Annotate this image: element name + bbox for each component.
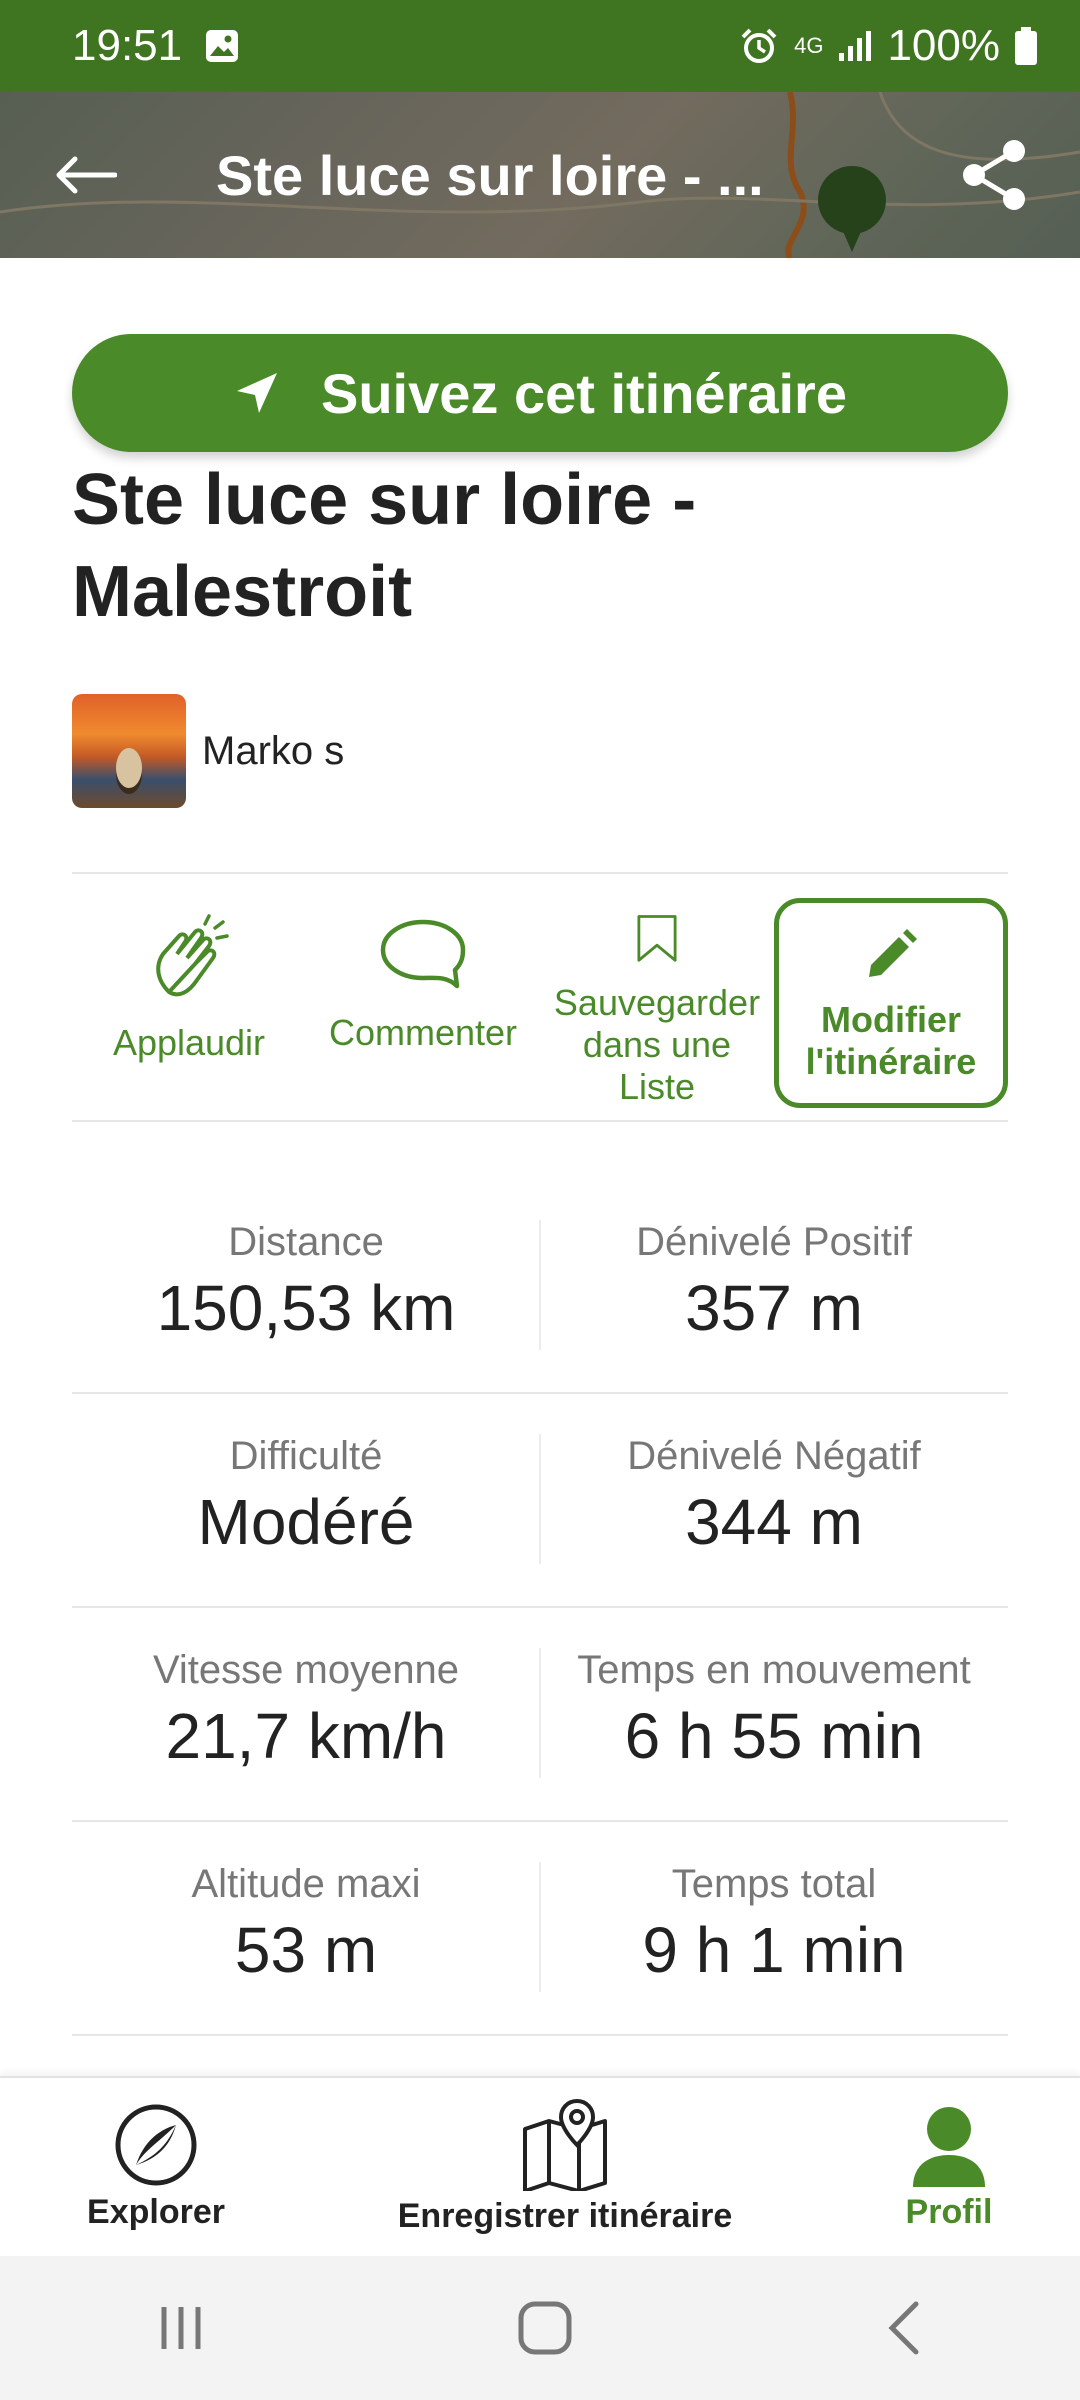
save-to-list-label: Sauvegarder dans une Liste: [540, 982, 774, 1108]
map-pin-icon: [523, 2098, 607, 2191]
comment-label: Commenter: [328, 1012, 518, 1053]
stat-value: 344 m: [685, 1486, 863, 1558]
stat-max-altitude: Altitude maxi 53 m: [72, 1822, 540, 2034]
status-bar: 19:51 4G 100%: [0, 0, 1080, 92]
divider: [72, 872, 1008, 874]
follow-route-button[interactable]: Suivez cet itinéraire: [72, 334, 1008, 452]
applaud-button[interactable]: Applaudir: [72, 898, 306, 1108]
status-time: 19:51: [72, 21, 183, 70]
person-icon: [913, 2106, 985, 2187]
stat-value: 9 h 1 min: [642, 1914, 906, 1986]
stat-total-time: Temps total 9 h 1 min: [540, 1822, 1008, 2034]
avatar[interactable]: [72, 694, 186, 808]
recent-apps-icon[interactable]: [156, 2303, 206, 2353]
battery-level: 100%: [887, 21, 1000, 70]
route-title-line2: Malestroit: [72, 552, 413, 632]
edit-route-button[interactable]: Modifier l'itinéraire: [774, 898, 1008, 1108]
stat-value: 6 h 55 min: [624, 1700, 924, 1772]
stats-row: Altitude maxi 53 m Temps total 9 h 1 min: [72, 1822, 1008, 2036]
stat-key: Difficulté: [229, 1434, 383, 1478]
stat-key: Dénivelé Négatif: [627, 1434, 921, 1478]
action-bar: Applaudir Commenter Sauvegarder dans une…: [72, 898, 1008, 1108]
battery-icon: [1015, 27, 1037, 65]
arrow-left-icon: [56, 156, 117, 194]
edit-label-line2: l'itinéraire: [805, 1041, 977, 1082]
author-name[interactable]: Marko s: [202, 729, 344, 774]
divider: [539, 1862, 541, 1992]
clap-icon: [156, 914, 229, 997]
bottom-nav: Explorer Enregistrer itinéraire Profil: [0, 2076, 1080, 2256]
divider: [539, 1648, 541, 1778]
divider: [539, 1220, 541, 1350]
stats-row: Difficulté Modéré Dénivelé Négatif 344 m: [72, 1394, 1008, 1608]
edit-route-label: Modifier l'itinéraire: [806, 999, 977, 1083]
nav-profile-label: Profil: [905, 2192, 993, 2231]
stat-key: Temps total: [671, 1862, 877, 1906]
stat-average-speed: Vitesse moyenne 21,7 km/h: [72, 1608, 540, 1820]
navigation-arrow-icon: [236, 373, 277, 413]
map-header: Ste luce sur loire - ...: [0, 92, 1080, 258]
stats-row: Distance 150,53 km Dénivelé Positif 357 …: [72, 1180, 1008, 1394]
stat-elevation-loss: Dénivelé Négatif 344 m: [540, 1394, 1008, 1606]
pencil-icon: [869, 929, 917, 977]
comment-button[interactable]: Commenter: [306, 898, 540, 1108]
divider: [539, 1434, 541, 1564]
route-title: Ste luce sur loire - Malestroit: [72, 454, 1008, 638]
applaud-label: Applaudir: [112, 1022, 266, 1063]
gallery-icon: [206, 30, 239, 62]
stat-value: 21,7 km/h: [165, 1700, 447, 1772]
route-title-line1: Ste luce sur loire -: [72, 460, 697, 540]
stats-grid: Distance 150,53 km Dénivelé Positif 357 …: [72, 1180, 1008, 2036]
stat-key: Altitude maxi: [191, 1862, 421, 1906]
stat-distance: Distance 150,53 km: [72, 1180, 540, 1392]
nav-profile[interactable]: Profil: [818, 2078, 1080, 2256]
stat-key: Dénivelé Positif: [636, 1220, 912, 1264]
nav-record-route[interactable]: Enregistrer itinéraire: [312, 2078, 818, 2256]
header-title: Ste luce sur loire - ...: [216, 143, 764, 207]
nav-explorer[interactable]: Explorer: [0, 2078, 312, 2256]
save-to-list-button[interactable]: Sauvegarder dans une Liste: [540, 898, 774, 1108]
edit-label-line1: Modifier: [820, 999, 961, 1040]
stats-row: Vitesse moyenne 21,7 km/h Temps en mouve…: [72, 1608, 1008, 1822]
stat-difficulty: Difficulté Modéré: [72, 1394, 540, 1606]
stat-value: Modéré: [197, 1486, 415, 1558]
share-icon: [963, 140, 1025, 210]
stat-value: 150,53 km: [156, 1272, 456, 1344]
nav-record-route-label: Enregistrer itinéraire: [397, 2196, 733, 2235]
bookmark-icon: [637, 915, 677, 962]
stat-moving-time: Temps en mouvement 6 h 55 min: [540, 1608, 1008, 1820]
stat-key: Distance: [228, 1220, 384, 1264]
network-type: 4G: [794, 33, 824, 58]
comment-icon: [380, 919, 466, 989]
nav-explorer-label: Explorer: [87, 2192, 225, 2231]
system-nav-bar: [0, 2256, 1080, 2400]
home-icon[interactable]: [517, 2300, 573, 2356]
system-back-icon[interactable]: [884, 2300, 924, 2356]
compass-icon: [115, 2104, 197, 2185]
share-button[interactable]: [910, 92, 1080, 258]
follow-route-label: Suivez cet itinéraire: [320, 361, 847, 425]
divider: [72, 1120, 1008, 1122]
save-label-line2: dans une Liste: [582, 1024, 732, 1107]
alarm-icon: [741, 28, 777, 63]
signal-icon: [839, 31, 872, 61]
stat-key: Temps en mouvement: [577, 1648, 971, 1692]
back-button[interactable]: [0, 92, 170, 258]
stat-value: 53 m: [234, 1914, 378, 1986]
stat-key: Vitesse moyenne: [152, 1648, 460, 1692]
save-label-line1: Sauvegarder: [553, 982, 761, 1023]
author[interactable]: Marko s: [72, 694, 344, 808]
stat-value: 357 m: [685, 1272, 863, 1344]
stat-elevation-gain: Dénivelé Positif 357 m: [540, 1180, 1008, 1392]
